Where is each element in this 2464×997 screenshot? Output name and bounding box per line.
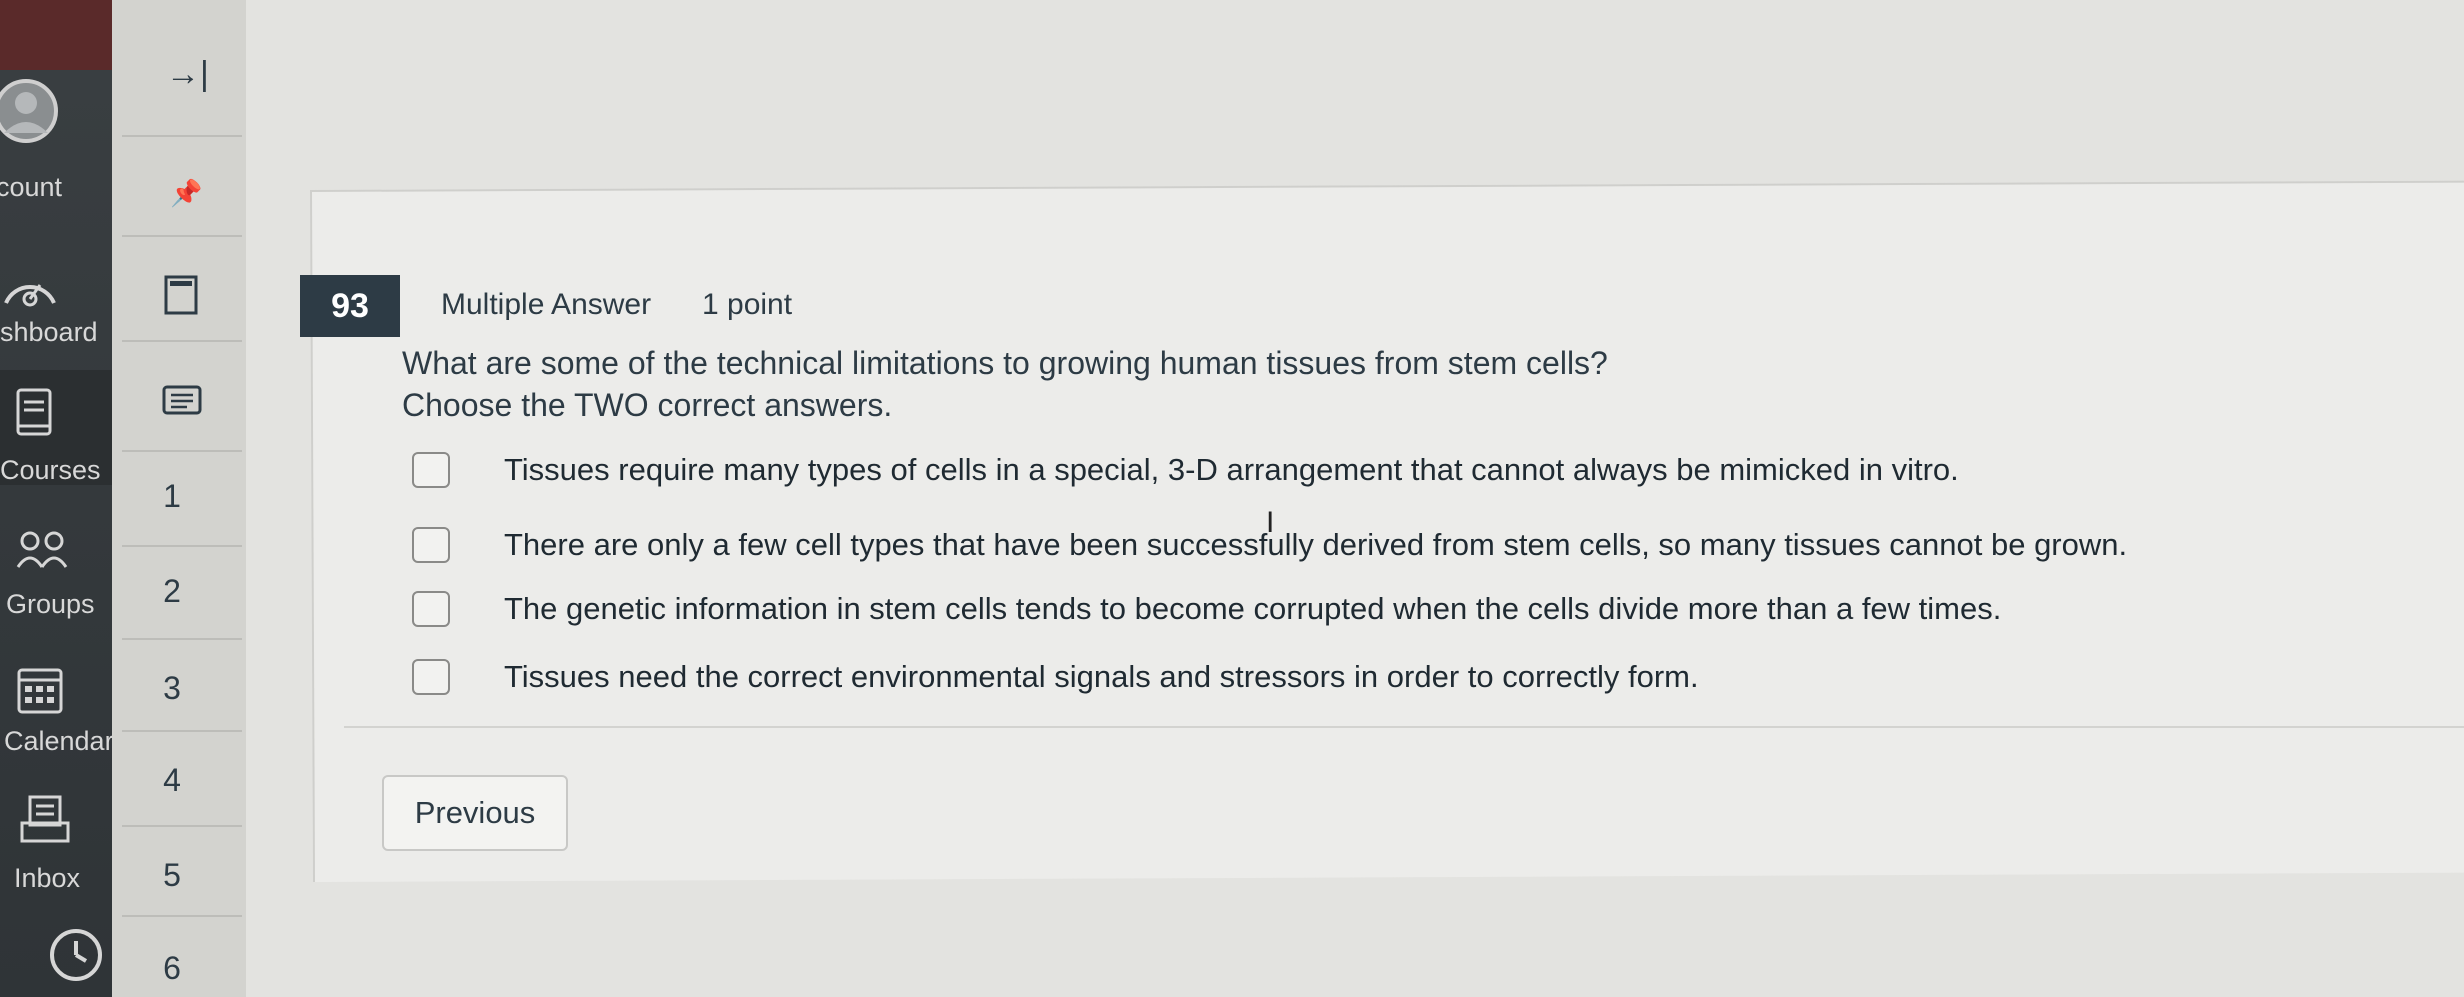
- previous-button[interactable]: Previous: [382, 775, 568, 851]
- institution-logo[interactable]: [0, 0, 112, 70]
- global-navigation: count shboard Courses Groups Calendar In…: [0, 0, 114, 997]
- nav-inbox-label: Inbox: [14, 863, 81, 893]
- question-link-5[interactable]: 5: [112, 857, 232, 894]
- notes-icon[interactable]: [162, 385, 202, 415]
- account-icon: [0, 79, 58, 143]
- courses-icon: [16, 388, 52, 436]
- question-link-1[interactable]: 1: [112, 478, 232, 515]
- divider: [344, 726, 2464, 728]
- answer-checkbox-1[interactable]: [412, 452, 450, 488]
- answer-checkbox-3[interactable]: [412, 591, 450, 627]
- nav-groups-label: Groups: [6, 589, 95, 619]
- question-prompt: What are some of the technical limitatio…: [402, 342, 1802, 426]
- nav-inbox[interactable]: Inbox: [0, 795, 112, 895]
- nav-groups[interactable]: Groups: [0, 525, 112, 625]
- answer-text-1: Tissues require many types of cells in a…: [504, 452, 1959, 487]
- nav-account[interactable]: count: [0, 75, 112, 205]
- question-number: 93: [300, 275, 400, 337]
- history-icon[interactable]: [46, 925, 106, 985]
- question-navigation: →| 📌 1 2 3 4 5 6: [112, 0, 248, 997]
- answer-checkbox-4[interactable]: [412, 659, 450, 695]
- nav-dashboard[interactable]: shboard: [0, 255, 112, 355]
- question-points: 1 point: [702, 288, 793, 321]
- answer-option-1[interactable]: Tissues require many types of cells in a…: [412, 447, 1959, 493]
- answer-text-4: Tissues need the correct environmental s…: [504, 659, 1699, 694]
- nav-calendar[interactable]: Calendar: [0, 660, 114, 770]
- groups-icon: [16, 531, 68, 568]
- nav-dashboard-label: shboard: [0, 317, 98, 347]
- inbox-icon: [20, 795, 70, 843]
- nav-calendar-label: Calendar: [4, 726, 114, 756]
- nav-courses[interactable]: Courses: [0, 370, 112, 485]
- answer-option-4[interactable]: Tissues need the correct environmental s…: [412, 654, 1699, 700]
- question-type: Multiple Answer: [441, 288, 652, 321]
- collapse-icon[interactable]: →|: [166, 55, 209, 94]
- question-link-6[interactable]: 6: [112, 950, 232, 987]
- question-link-2[interactable]: 2: [112, 573, 232, 610]
- question-link-3[interactable]: 3: [112, 670, 232, 707]
- answer-text-2: There are only a few cell types that hav…: [504, 527, 2128, 562]
- text-cursor-icon: I: [1266, 506, 1275, 539]
- nav-account-label: count: [0, 172, 63, 202]
- nav-courses-label: Courses: [0, 455, 101, 485]
- bookmark-icon[interactable]: [164, 275, 198, 315]
- answer-checkbox-2[interactable]: [412, 527, 450, 563]
- calendar-icon: [17, 668, 63, 714]
- answer-option-2[interactable]: There are only a few cell types that hav…: [412, 522, 2127, 568]
- answer-text-3: The genetic information in stem cells te…: [504, 591, 2002, 626]
- question-prompt-line2: Choose the TWO correct answers.: [402, 387, 893, 423]
- question-link-4[interactable]: 4: [112, 762, 232, 799]
- dashboard-icon: [4, 284, 56, 307]
- answer-option-3[interactable]: The genetic information in stem cells te…: [412, 586, 2001, 632]
- question-prompt-line1: What are some of the technical limitatio…: [402, 345, 1608, 381]
- pin-icon[interactable]: 📌: [170, 178, 202, 209]
